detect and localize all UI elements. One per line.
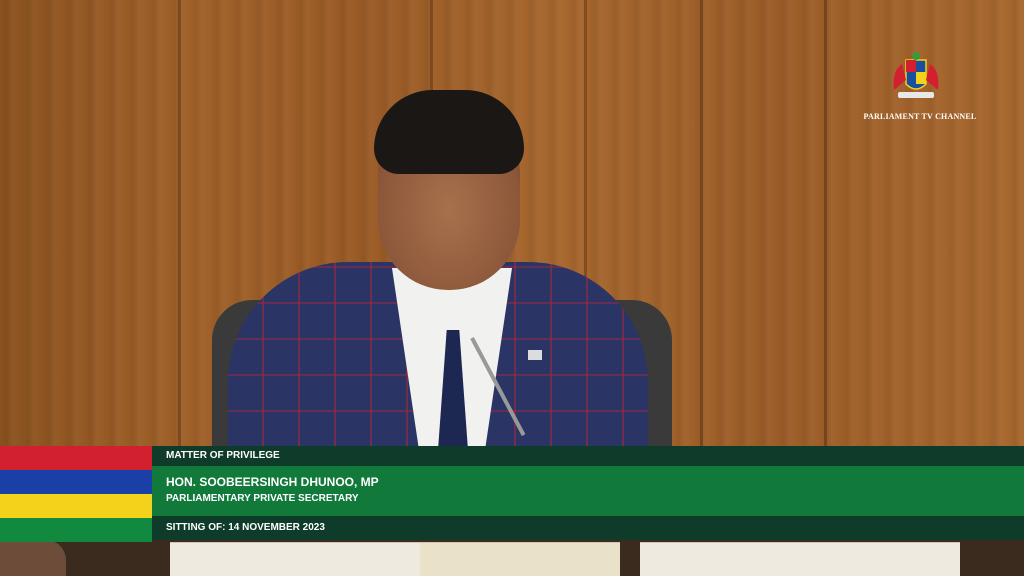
person-partial xyxy=(0,540,66,576)
desk-paper xyxy=(420,542,620,576)
flag-stripe-red xyxy=(0,446,152,470)
wood-panel-seam xyxy=(700,0,703,446)
caption-sitting-band: SITTING OF: 14 NOVEMBER 2023 xyxy=(152,516,1024,540)
coat-of-arms-icon xyxy=(893,52,939,98)
sitting-date: SITTING OF: 14 NOVEMBER 2023 xyxy=(166,522,325,533)
channel-name: PARLIAMENT TV CHANNEL xyxy=(863,112,977,121)
flag-stripe-green xyxy=(0,518,152,542)
speaker-role: PARLIAMENTARY PRIVATE SECRETARY xyxy=(166,493,359,504)
caption-speaker-band: HON. SOOBEERSINGH DHUNOO, MP PARLIAMENTA… xyxy=(152,466,1024,516)
flag-stripe-blue xyxy=(0,470,152,494)
speaker-name: HON. SOOBEERSINGH DHUNOO, MP xyxy=(166,475,379,489)
flag-stripe-yellow xyxy=(0,494,152,518)
flag-stripes xyxy=(0,446,152,542)
desk-paper xyxy=(640,542,960,576)
parliament-tv-logo: PARLIAMENT TV CHANNEL xyxy=(864,50,976,130)
desk-paper xyxy=(170,542,430,576)
caption-topic: MATTER OF PRIVILEGE xyxy=(166,450,280,461)
wood-panel-seam xyxy=(178,0,181,446)
lapel-pin xyxy=(528,350,542,360)
wood-panel-seam xyxy=(824,0,827,446)
speaker-hair xyxy=(374,90,524,174)
caption-topic-band: MATTER OF PRIVILEGE xyxy=(152,446,1024,466)
